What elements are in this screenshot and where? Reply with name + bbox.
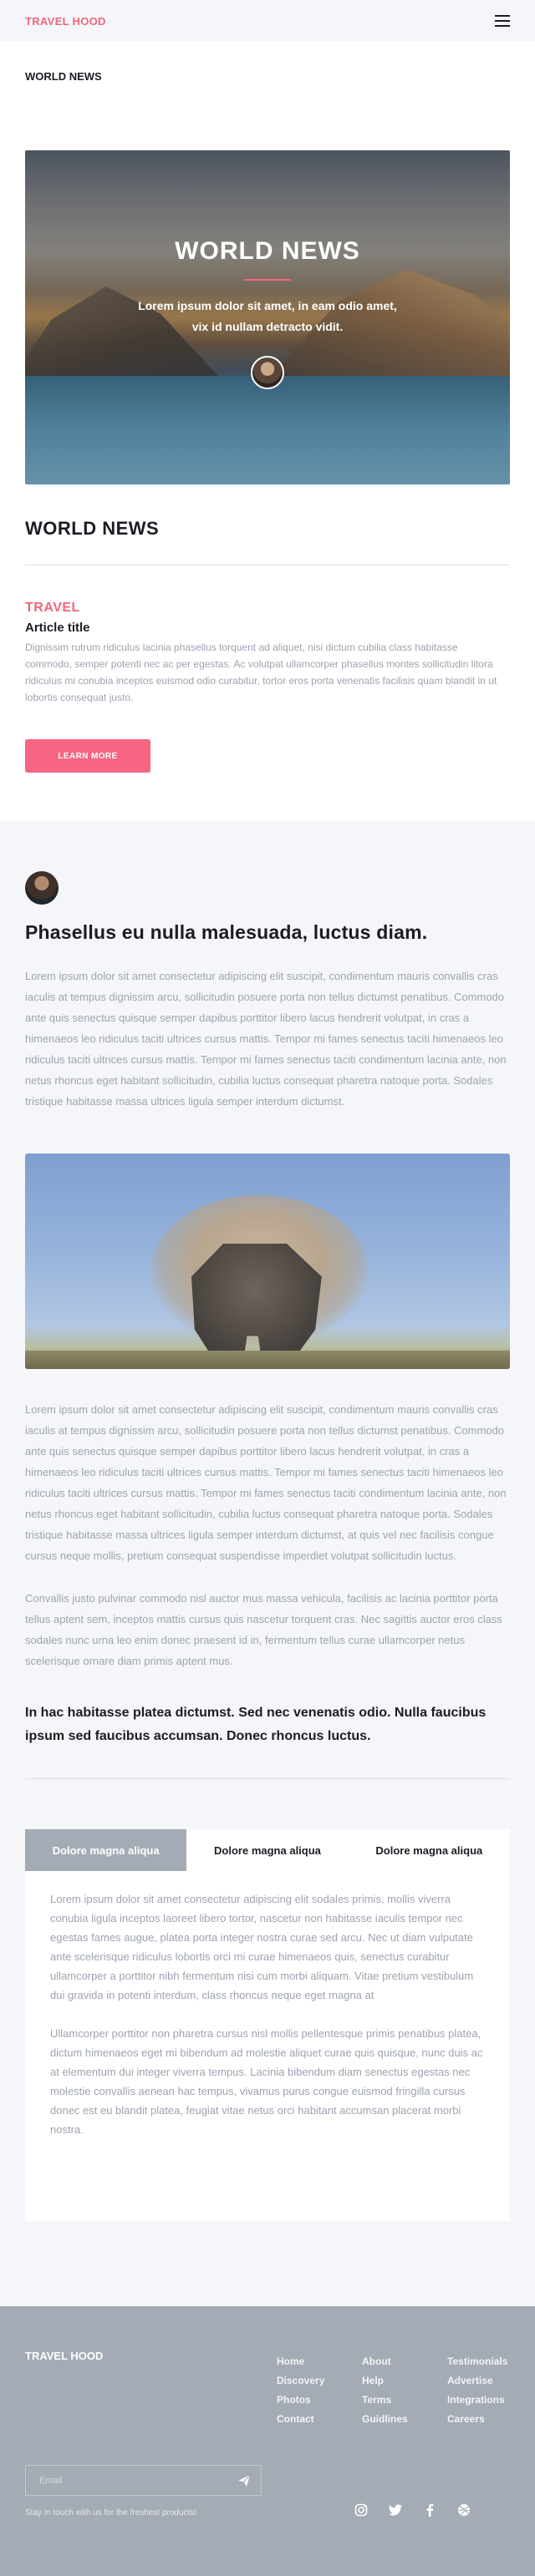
hero-text: Lorem ipsum dolor sit amet, in eam odio … [138,299,397,333]
news-heading: WORLD NEWS [25,518,160,539]
divider [25,1778,510,1779]
hero-banner: WORLD NEWS Lorem ipsum dolor sit amet, i… [25,150,510,484]
footer-column: Testimonials Advertise Integrations Care… [447,2352,532,2429]
footer-tagline: Stay in touch with us for the freshest p… [25,2508,197,2518]
instagram-icon[interactable] [354,2502,369,2518]
article-title[interactable]: Article title [25,621,510,635]
article-excerpt: Dignissim rutrum ridiculus lacinia phase… [25,641,497,703]
section-label: WORLD NEWS [25,70,102,83]
top-bar: TRAVEL HOOD [0,0,535,42]
article-card: TRAVEL Article title Dignissim rutrum ri… [0,565,535,773]
footer-column: About Help Terms Guidlines [362,2352,447,2429]
footer-link-terms[interactable]: Terms [362,2391,447,2410]
post-quote: In hac habitasse platea dictumst. Sed ne… [25,1706,487,1743]
tab-bar: Dolore magna aliqua Dolore magna aliqua … [25,1829,510,1871]
brand-logo[interactable]: TRAVEL HOOD [25,15,106,28]
twitter-icon[interactable] [388,2502,403,2518]
hero-author-avatar[interactable] [251,356,284,389]
article-category[interactable]: TRAVEL [25,601,510,616]
dribbble-icon[interactable] [456,2502,471,2518]
tab-paragraph: Lorem ipsum dolor sit amet consectetur a… [50,1893,474,2001]
subscribe-form [25,2465,262,2496]
footer-link-testimonials[interactable]: Testimonials [447,2352,532,2371]
footer-link-advertise[interactable]: Advertise [447,2371,532,2391]
footer-column: Home Discovery Photos Contact [277,2352,362,2429]
social-links [354,2502,471,2518]
tab-paragraph: Ullamcorper porttitor non pharetra cursu… [50,2027,483,2136]
footer-link-integrations[interactable]: Integrations [447,2391,532,2410]
footer-link-photos[interactable]: Photos [277,2391,362,2410]
post-paragraph: Convallis justo pulvinar commodo nisl au… [25,1592,502,1667]
footer-link-contact[interactable]: Contact [277,2410,362,2429]
hero-divider [244,279,291,281]
footer-link-help[interactable]: Help [362,2371,447,2391]
author-avatar[interactable] [25,871,59,905]
footer-nav: Home Discovery Photos Contact About Help… [277,2352,532,2429]
footer-link-about[interactable]: About [362,2352,447,2371]
post-title: Phasellus eu nulla malesuada, luctus dia… [25,921,428,943]
send-arrow-icon[interactable] [227,2466,261,2495]
footer-link-home[interactable]: Home [277,2352,362,2371]
learn-more-button[interactable]: LEARN MORE [25,739,150,773]
elephant-photo [25,1154,510,1369]
footer-link-careers[interactable]: Careers [447,2410,532,2429]
email-input[interactable] [26,2466,227,2495]
tabs-panel: Dolore magna aliqua Dolore magna aliqua … [25,1829,510,2221]
tab-1[interactable]: Dolore magna aliqua [25,1829,187,1871]
footer-link-discovery[interactable]: Discovery [277,2371,362,2391]
tab-content: Lorem ipsum dolor sit amet consectetur a… [25,1871,510,2139]
site-footer: TRAVEL HOOD Home Discovery Photos Contac… [0,2306,535,2576]
post-paragraph: Lorem ipsum dolor sit amet consectetur a… [25,1403,507,1562]
facebook-icon[interactable] [422,2502,437,2518]
hero-title: WORLD NEWS [175,237,360,265]
blog-post: Phasellus eu nulla malesuada, luctus dia… [0,821,535,2306]
hero-content: WORLD NEWS Lorem ipsum dolor sit amet, i… [25,237,510,389]
footer-link-guidlines[interactable]: Guidlines [362,2410,447,2429]
tab-2[interactable]: Dolore magna aliqua [186,1829,348,1871]
tab-3[interactable]: Dolore magna aliqua [349,1829,510,1871]
post-paragraph: Lorem ipsum dolor sit amet consectetur a… [25,970,507,1108]
hamburger-menu-icon[interactable] [495,15,510,27]
